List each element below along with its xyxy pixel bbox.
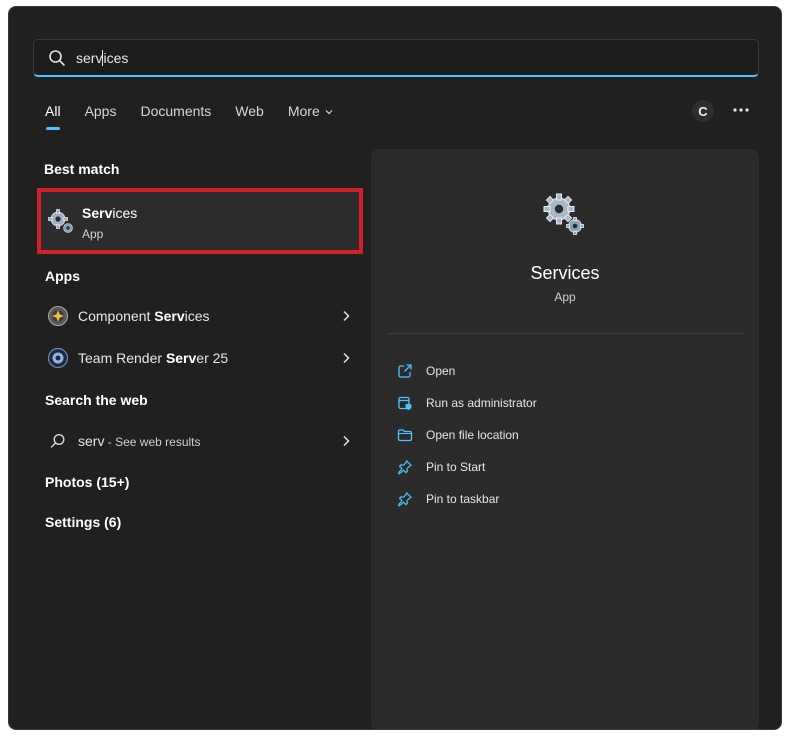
preview-panel: Services App Open Run as administrator O…: [371, 149, 759, 729]
pin-icon: [397, 460, 412, 475]
action-label: Pin to taskbar: [426, 492, 500, 506]
pin-icon: [397, 492, 412, 507]
tab-more[interactable]: More: [288, 103, 334, 119]
search-box[interactable]: services: [33, 39, 759, 77]
action-pin-to-start[interactable]: Pin to Start: [397, 456, 485, 478]
open-external-icon: [398, 364, 412, 378]
preview-subtitle: App: [554, 290, 576, 304]
app-result-team-render-server[interactable]: Team Render Server 25: [37, 340, 351, 376]
action-open-file-location[interactable]: Open file location: [397, 424, 519, 446]
best-match-heading: Best match: [44, 161, 120, 177]
start-search-window: services All Apps Documents Web More C B…: [8, 6, 782, 730]
services-gear-icon: [543, 193, 584, 235]
app-result-label: Team Render Server 25: [78, 350, 229, 366]
shield-icon: [398, 396, 412, 410]
action-run-as-admin[interactable]: Run as administrator: [397, 392, 537, 414]
tab-web[interactable]: Web: [235, 103, 264, 119]
tab-more-label: More: [287, 103, 320, 119]
search-input[interactable]: services: [76, 49, 128, 66]
chevron-down-icon: [325, 110, 333, 115]
action-open[interactable]: Open: [397, 360, 455, 382]
best-match-item[interactable]: Services App: [37, 188, 363, 254]
web-search-label: serv - See web results: [78, 433, 201, 449]
folder-icon: [397, 429, 413, 442]
tab-all[interactable]: All: [45, 103, 61, 130]
preview-title: Services: [530, 263, 600, 283]
action-label: Open file location: [426, 428, 519, 442]
divider: [387, 333, 743, 334]
action-label: Run as administrator: [426, 396, 537, 410]
photos-heading[interactable]: Photos (15+): [45, 474, 129, 490]
apps-heading: Apps: [45, 268, 80, 284]
services-gear-icon: [48, 209, 73, 233]
search-icon: [50, 433, 65, 448]
filter-tabs: All Apps Documents Web More: [45, 103, 358, 130]
best-match-type: App: [82, 227, 104, 241]
profile-avatar[interactable]: C: [692, 100, 714, 122]
settings-heading[interactable]: Settings (6): [45, 514, 121, 530]
search-web-heading: Search the web: [45, 392, 148, 408]
web-search-result[interactable]: serv - See web results: [37, 423, 351, 459]
action-label: Pin to Start: [426, 460, 486, 474]
chevron-right-icon[interactable]: [341, 435, 351, 447]
team-render-server-icon: [47, 347, 69, 369]
action-pin-to-taskbar[interactable]: Pin to taskbar: [397, 488, 499, 510]
tab-apps[interactable]: Apps: [85, 103, 117, 119]
best-match-name: Services: [82, 205, 138, 221]
search-icon: [49, 49, 65, 66]
app-result-label: Component Services: [78, 308, 210, 324]
tab-documents[interactable]: Documents: [140, 103, 211, 119]
app-result-component-services[interactable]: Component Services: [37, 298, 351, 334]
chevron-right-icon[interactable]: [341, 310, 351, 322]
more-options-icon[interactable]: [731, 104, 751, 116]
action-label: Open: [426, 364, 456, 378]
component-services-icon: [48, 306, 68, 326]
chevron-right-icon[interactable]: [341, 352, 351, 364]
